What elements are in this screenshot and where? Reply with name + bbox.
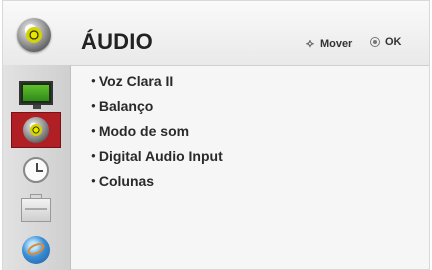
menu-item-speakers[interactable]: ● Colunas [91,173,223,198]
bullet-icon: ● [91,151,96,161]
toolbox-icon [21,194,51,222]
bullet-icon: ● [91,76,96,86]
ok-hint: OK [370,36,402,48]
ok-hint-label: OK [385,36,402,48]
osd-menu-window: ÁUDIO ⟡ Mover OK ● Voz Clara II ● Balanço … [2,0,430,270]
speaker-icon [23,117,49,143]
menu-item-label: Voz Clara II [98,73,174,89]
ok-button-icon [370,37,380,47]
menu-header: ÁUDIO ⟡ Mover OK [3,1,429,66]
navigation-arrows-icon: ⟡ [306,36,314,50]
move-hint-label: Mover [319,37,353,50]
tv-screen-icon [19,81,53,109]
category-sidebar [3,65,71,270]
speaker-icon [17,18,51,52]
globe-icon [22,236,50,264]
sidebar-item-audio[interactable] [11,112,61,148]
menu-item-clear-voice[interactable]: ● Voz Clara II [91,73,223,98]
menu-item-label: Colunas [98,173,155,189]
sidebar-item-settings[interactable] [11,192,61,228]
menu-item-balance[interactable]: ● Balanço [91,98,223,123]
clock-icon [23,157,49,183]
sidebar-item-network[interactable] [11,232,61,268]
move-hint: ⟡ Mover [306,36,352,51]
menu-item-label: Digital Audio Input [98,148,223,164]
bullet-icon: ● [91,126,96,136]
bullet-icon: ● [91,176,96,186]
page-title: ÁUDIO [81,29,153,54]
audio-menu-list: ● Voz Clara II ● Balanço ● Modo de som ● Dig… [91,73,223,198]
menu-item-label: Balanço [98,98,154,114]
menu-item-sound-mode[interactable]: ● Modo de som [91,123,223,148]
bullet-icon: ● [91,101,96,111]
sidebar-item-time[interactable] [11,152,61,188]
menu-item-digital-audio-input[interactable]: ● Digital Audio Input [91,148,223,173]
menu-item-label: Modo de som [98,123,190,139]
sidebar-item-picture[interactable] [11,75,61,111]
